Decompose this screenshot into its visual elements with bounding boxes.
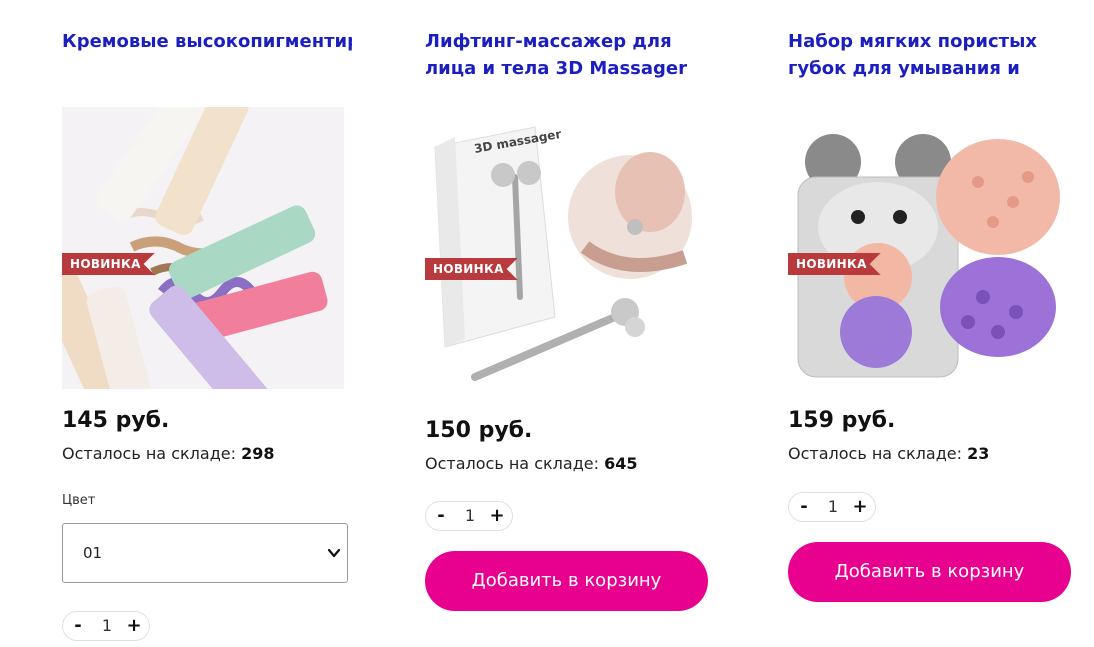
quantity-stepper: - 1 +: [425, 501, 513, 531]
quantity-stepper: - 1 +: [62, 611, 150, 641]
decrease-qty-button[interactable]: -: [791, 493, 817, 521]
product-image[interactable]: [788, 107, 1070, 389]
stock-info: Осталось на складе: 298: [62, 444, 274, 463]
color-select-value: 01: [83, 544, 103, 562]
cosmetic-tubes-illustration: [62, 107, 344, 389]
product-title[interactable]: Кремовые высокопигментированные: [62, 28, 352, 82]
stock-value: 298: [241, 444, 275, 463]
color-select[interactable]: 01: [62, 523, 348, 583]
stock-value: 23: [967, 444, 990, 463]
product-price: 159 руб.: [788, 408, 896, 433]
color-label: Цвет: [62, 493, 96, 508]
massager-illustration: 3D massager: [425, 107, 707, 389]
decrease-qty-button[interactable]: -: [65, 612, 91, 640]
quantity-value[interactable]: 1: [456, 502, 484, 530]
quantity-stepper: - 1 +: [788, 492, 876, 522]
add-to-cart-button[interactable]: Добавить в корзину: [425, 551, 708, 611]
new-badge: НОВИНКА: [62, 253, 155, 275]
product-title[interactable]: Лифтинг-массажер для лица и тела 3D Mass…: [425, 28, 715, 82]
sponges-illustration: [788, 107, 1070, 389]
new-badge: НОВИНКА: [425, 258, 518, 280]
quantity-value[interactable]: 1: [93, 612, 121, 640]
product-price: 145 руб.: [62, 408, 170, 433]
chevron-down-icon: [327, 548, 341, 558]
increase-qty-button[interactable]: +: [847, 493, 873, 521]
product-image[interactable]: 3D massager: [425, 107, 707, 389]
increase-qty-button[interactable]: +: [484, 502, 510, 530]
product-title[interactable]: Набор мягких пористых губок для умывания…: [788, 28, 1078, 82]
product-price: 150 руб.: [425, 418, 533, 443]
quantity-value[interactable]: 1: [819, 493, 847, 521]
stock-info: Осталось на складе: 23: [788, 444, 989, 463]
stock-info: Осталось на складе: 645: [425, 454, 637, 473]
stock-label: Осталось на складе:: [62, 444, 242, 463]
product-image[interactable]: [62, 107, 344, 389]
decrease-qty-button[interactable]: -: [428, 502, 454, 530]
new-badge: НОВИНКА: [788, 253, 881, 275]
add-to-cart-button[interactable]: Добавить в корзину: [788, 542, 1071, 602]
increase-qty-button[interactable]: +: [121, 612, 147, 640]
stock-label: Осталось на складе:: [788, 444, 968, 463]
stock-value: 645: [604, 454, 638, 473]
stock-label: Осталось на складе:: [425, 454, 605, 473]
